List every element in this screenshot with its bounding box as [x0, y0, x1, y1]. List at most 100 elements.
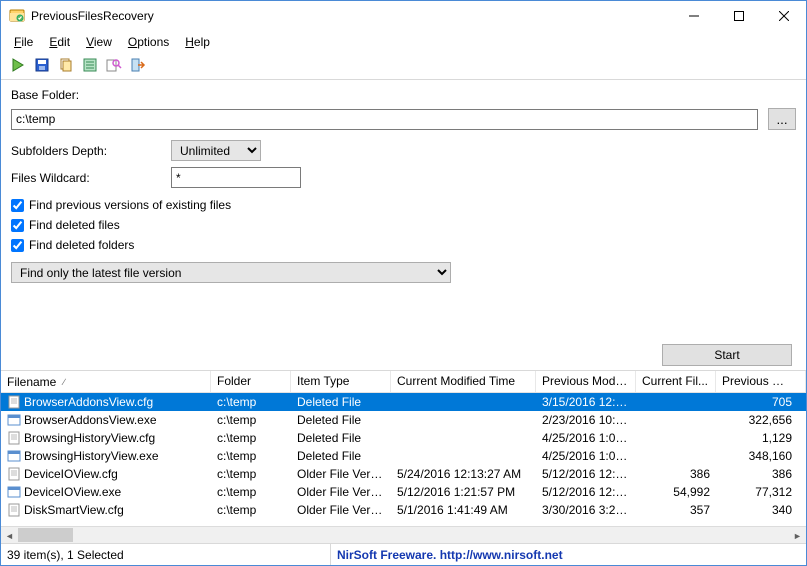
scroll-left-icon[interactable]: ◄ [1, 527, 18, 543]
cell-curr-size [636, 455, 716, 457]
cell-itemtype: Older File Vers... [291, 484, 391, 500]
scroll-right-icon[interactable]: ► [789, 527, 806, 543]
cell-prev-size: 705 [716, 394, 806, 410]
close-button[interactable] [761, 1, 806, 31]
chk-deleted-files[interactable] [11, 219, 24, 232]
col-folder[interactable]: Folder [211, 371, 291, 392]
wildcard-label: Files Wildcard: [11, 171, 161, 185]
menu-help[interactable]: Help [178, 33, 217, 51]
cell-itemtype: Deleted File [291, 412, 391, 428]
cell-folder: c:\temp [211, 430, 291, 446]
cell-curr-size: 386 [636, 466, 716, 482]
cell-curr-mod [391, 401, 536, 403]
table-row[interactable]: DiskSmartView.cfg c:\tempOlder File Vers.… [1, 501, 806, 519]
h-scrollbar[interactable]: ◄ ► [1, 526, 806, 543]
col-prev-size[interactable]: Previous File Size [716, 371, 806, 392]
titlebar[interactable]: PreviousFilesRecovery [1, 1, 806, 31]
col-filename[interactable]: Filename∕ [1, 371, 211, 392]
cell-curr-size [636, 419, 716, 421]
exit-icon[interactable] [129, 56, 147, 74]
results-listview[interactable]: Filename∕ Folder Item Type Current Modif… [1, 370, 806, 543]
menubar: File Edit View Options Help [1, 31, 806, 53]
chk-deleted-folders-label: Find deleted folders [29, 238, 134, 252]
cell-prev-mod: 2/23/2016 10:47:... [536, 412, 636, 428]
menu-options[interactable]: Options [121, 33, 176, 51]
cell-folder: c:\temp [211, 466, 291, 482]
cell-filename: BrowserAddonsView.exe [24, 413, 157, 427]
cell-filename: BrowsingHistoryView.cfg [24, 431, 155, 445]
table-row[interactable]: BrowsingHistoryView.exe c:\tempDeleted Fi… [1, 447, 806, 465]
listview-body[interactable]: BrowserAddonsView.cfgc:\tempDeleted File… [1, 393, 806, 526]
cell-folder: c:\temp [211, 448, 291, 464]
version-mode-select[interactable]: Find only the latest file version [11, 262, 451, 283]
cell-folder: c:\temp [211, 412, 291, 428]
cell-itemtype: Older File Vers... [291, 502, 391, 518]
col-curr-size[interactable]: Current Fil... [636, 371, 716, 392]
cell-itemtype: Deleted File [291, 448, 391, 464]
app-icon [9, 8, 25, 24]
table-row[interactable]: BrowserAddonsView.exe c:\tempDeleted File… [1, 411, 806, 429]
table-row[interactable]: BrowsingHistoryView.cfg c:\tempDeleted Fi… [1, 429, 806, 447]
cell-filename: BrowsingHistoryView.exe [24, 449, 159, 463]
table-row[interactable]: DeviceIOView.exe c:\tempOlder File Vers..… [1, 483, 806, 501]
subfolders-depth-select[interactable]: Unlimited [171, 140, 261, 161]
status-count: 39 item(s), 1 Selected [1, 544, 331, 565]
cell-prev-size: 1,129 [716, 430, 806, 446]
cell-folder: c:\temp [211, 394, 291, 410]
cell-filename: DeviceIOView.exe [24, 485, 121, 499]
file-icon [7, 485, 21, 499]
window-title: PreviousFilesRecovery [31, 9, 671, 23]
cell-filename: DeviceIOView.cfg [24, 467, 118, 481]
file-icon [7, 413, 21, 427]
chk-existing-versions[interactable] [11, 199, 24, 212]
cell-prev-size: 322,656 [716, 412, 806, 428]
cell-filename: DiskSmartView.cfg [24, 503, 124, 517]
cell-curr-mod: 5/12/2016 1:21:57 PM [391, 484, 536, 500]
find-icon[interactable] [105, 56, 123, 74]
properties-icon[interactable] [81, 56, 99, 74]
menu-edit[interactable]: Edit [42, 33, 77, 51]
maximize-button[interactable] [716, 1, 761, 31]
base-folder-input[interactable] [11, 109, 758, 130]
table-row[interactable]: DeviceIOView.cfg c:\tempOlder File Vers..… [1, 465, 806, 483]
col-prev-mod[interactable]: Previous Modifi... [536, 371, 636, 392]
cell-prev-size: 340 [716, 502, 806, 518]
copy-icon[interactable] [57, 56, 75, 74]
cell-itemtype: Deleted File [291, 394, 391, 410]
table-row[interactable]: BrowserAddonsView.cfg c:\tempDeleted File… [1, 393, 806, 411]
save-icon[interactable] [33, 56, 51, 74]
file-icon [7, 503, 21, 517]
file-icon [7, 449, 21, 463]
chk-deleted-folders[interactable] [11, 239, 24, 252]
start-icon[interactable] [9, 56, 27, 74]
cell-prev-mod: 5/12/2016 12:46:... [536, 484, 636, 500]
menu-view[interactable]: View [79, 33, 119, 51]
options-panel: Base Folder: ... Subfolders Depth: Unlim… [1, 80, 806, 370]
col-curr-mod[interactable]: Current Modified Time [391, 371, 536, 392]
cell-prev-mod: 4/25/2016 1:09:0... [536, 430, 636, 446]
cell-curr-size: 357 [636, 502, 716, 518]
cell-itemtype: Deleted File [291, 430, 391, 446]
cell-folder: c:\temp [211, 502, 291, 518]
listview-header[interactable]: Filename∕ Folder Item Type Current Modif… [1, 371, 806, 393]
cell-filename: BrowserAddonsView.cfg [24, 395, 153, 409]
cell-folder: c:\temp [211, 484, 291, 500]
cell-prev-mod: 3/30/2016 3:24:4... [536, 502, 636, 518]
wildcard-input[interactable] [171, 167, 301, 188]
cell-itemtype: Older File Vers... [291, 466, 391, 482]
cell-curr-mod [391, 437, 536, 439]
cell-prev-size: 348,160 [716, 448, 806, 464]
minimize-button[interactable] [671, 1, 716, 31]
menu-file[interactable]: File [7, 33, 40, 51]
chk-existing-label: Find previous versions of existing files [29, 198, 231, 212]
status-link[interactable]: NirSoft Freeware. http://www.nirsoft.net [331, 544, 806, 565]
cell-curr-mod [391, 419, 536, 421]
cell-curr-mod [391, 455, 536, 457]
start-button[interactable]: Start [662, 344, 792, 366]
cell-prev-mod: 4/25/2016 1:05:3... [536, 448, 636, 464]
cell-curr-size [636, 437, 716, 439]
scroll-thumb[interactable] [18, 528, 73, 542]
col-itemtype[interactable]: Item Type [291, 371, 391, 392]
file-icon [7, 467, 21, 481]
browse-button[interactable]: ... [768, 108, 796, 130]
